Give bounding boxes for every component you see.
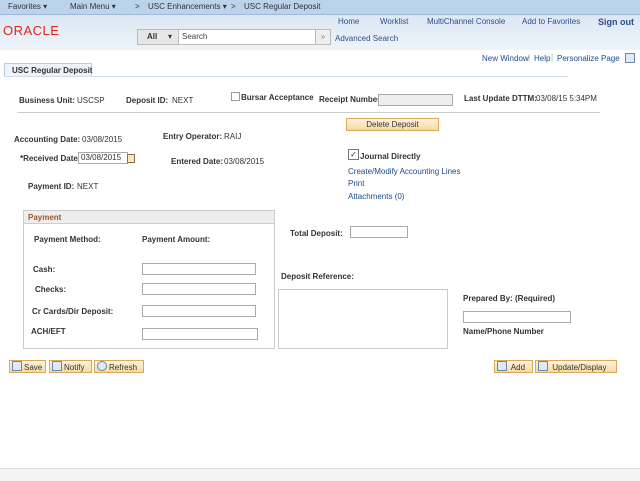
business-unit-label: Business Unit: bbox=[19, 96, 76, 105]
search-scope-select[interactable]: All ▾ bbox=[137, 29, 179, 45]
favorites-menu[interactable]: Favorites ▾ bbox=[8, 2, 47, 11]
delete-deposit-button[interactable]: Delete Deposit bbox=[346, 118, 439, 131]
deposit-id-value: NEXT bbox=[172, 96, 194, 105]
breadcrumb-current: USC Regular Deposit bbox=[244, 2, 321, 11]
cash-label: Cash: bbox=[33, 265, 56, 274]
ach-eft-label: ACH/EFT bbox=[31, 327, 66, 336]
accounting-date-value: 03/08/2015 bbox=[82, 135, 123, 144]
total-deposit-field[interactable] bbox=[350, 226, 408, 238]
new-window-link[interactable]: New Window bbox=[482, 54, 529, 63]
received-date-field[interactable]: 03/08/2015 bbox=[78, 152, 128, 164]
divider bbox=[4, 76, 568, 77]
breadcrumb-bar: Favorites ▾ Main Menu ▾ > USC Enhancemen… bbox=[0, 0, 640, 15]
cash-field[interactable] bbox=[142, 263, 256, 275]
calendar-icon[interactable] bbox=[127, 154, 135, 163]
deposit-id-label: Deposit ID: bbox=[126, 96, 169, 105]
search-go-icon[interactable]: » bbox=[315, 29, 331, 45]
refresh-icon bbox=[97, 361, 107, 371]
add-button[interactable]: Add bbox=[494, 360, 533, 373]
worklist-link[interactable]: Worklist bbox=[380, 17, 408, 26]
entry-operator-value: RAIJ bbox=[224, 132, 242, 141]
home-link[interactable]: Home bbox=[338, 17, 359, 26]
sign-out-link[interactable]: Sign out bbox=[598, 17, 634, 27]
refresh-button[interactable]: Refresh bbox=[94, 360, 144, 373]
received-date-label: *Received Date: bbox=[20, 154, 81, 163]
business-unit-value: USCSP bbox=[77, 96, 105, 105]
tab-usc-regular-deposit[interactable]: USC Regular Deposit bbox=[4, 63, 92, 76]
journal-directly-checkbox[interactable]: ✓ bbox=[348, 149, 359, 160]
bursar-acceptance-label: Bursar Acceptance bbox=[241, 93, 314, 102]
print-link[interactable]: Print bbox=[348, 179, 364, 188]
entered-date-label: Entered Date: bbox=[171, 157, 224, 166]
attachments-link[interactable]: Attachments (0) bbox=[348, 192, 404, 201]
divider: | bbox=[528, 53, 531, 62]
cr-cards-field[interactable] bbox=[142, 305, 256, 317]
advanced-search-link[interactable]: Advanced Search bbox=[335, 34, 398, 43]
chevron-down-icon: ▾ bbox=[168, 32, 173, 41]
search-input[interactable]: Search bbox=[178, 29, 316, 45]
breadcrumb-usc-enhancements[interactable]: USC Enhancements ▾ bbox=[148, 2, 227, 11]
last-update-value: 03/08/15 5:34PM bbox=[536, 94, 597, 103]
breadcrumb-separator: > bbox=[135, 2, 140, 11]
receipt-number-field[interactable] bbox=[378, 94, 453, 106]
multichannel-console-link[interactable]: MultiChannel Console bbox=[427, 17, 505, 26]
save-button[interactable]: Save bbox=[9, 360, 46, 373]
divider: | bbox=[551, 53, 554, 62]
checks-label: Checks: bbox=[35, 285, 67, 294]
journal-directly-label: Journal Directly bbox=[360, 152, 421, 161]
grid-icon[interactable] bbox=[625, 53, 635, 63]
accounting-date-label: Accounting Date: bbox=[14, 135, 81, 144]
receipt-number-label: Receipt Number bbox=[319, 95, 381, 104]
deposit-reference-label: Deposit Reference: bbox=[281, 272, 354, 281]
create-modify-accounting-lines-link[interactable]: Create/Modify Accounting Lines bbox=[348, 167, 461, 176]
payment-id-value: NEXT bbox=[77, 182, 99, 191]
breadcrumb-separator: > bbox=[231, 2, 236, 11]
help-link[interactable]: Help bbox=[534, 54, 550, 63]
notify-button[interactable]: Notify bbox=[49, 360, 92, 373]
payment-method-header: Payment Method: bbox=[34, 235, 101, 244]
name-phone-label: Name/Phone Number bbox=[463, 327, 544, 336]
main-menu[interactable]: Main Menu ▾ bbox=[70, 2, 116, 11]
entered-date-value: 03/08/2015 bbox=[224, 157, 265, 166]
ach-eft-field[interactable] bbox=[142, 328, 258, 340]
deposit-reference-textarea[interactable] bbox=[278, 289, 448, 349]
divider bbox=[18, 112, 600, 113]
entry-operator-label: Entry Operator: bbox=[163, 132, 223, 141]
personalize-page-link[interactable]: Personalize Page bbox=[557, 54, 620, 63]
payment-amount-header: Payment Amount: bbox=[142, 235, 211, 244]
save-icon bbox=[12, 361, 22, 371]
payment-title: Payment bbox=[28, 213, 62, 222]
add-icon bbox=[497, 361, 507, 371]
update-display-icon bbox=[538, 361, 548, 371]
update-display-button[interactable]: Update/Display bbox=[535, 360, 617, 373]
cr-cards-label: Cr Cards/Dir Deposit: bbox=[32, 307, 114, 316]
oracle-logo: ORACLE bbox=[3, 23, 60, 38]
header: ORACLE Home Worklist MultiChannel Consol… bbox=[0, 15, 640, 50]
total-deposit-label: Total Deposit: bbox=[290, 229, 343, 238]
payment-id-label: Payment ID: bbox=[28, 182, 75, 191]
last-update-label: Last Update DTTM: bbox=[464, 94, 537, 103]
prepared-by-field[interactable] bbox=[463, 311, 571, 323]
checks-field[interactable] bbox=[142, 283, 256, 295]
bursar-acceptance-checkbox[interactable] bbox=[231, 92, 240, 101]
notify-icon bbox=[52, 361, 62, 371]
add-to-favorites-link[interactable]: Add to Favorites bbox=[522, 17, 580, 26]
prepared-by-label: Prepared By: (Required) bbox=[463, 294, 556, 303]
status-bar bbox=[0, 468, 640, 481]
